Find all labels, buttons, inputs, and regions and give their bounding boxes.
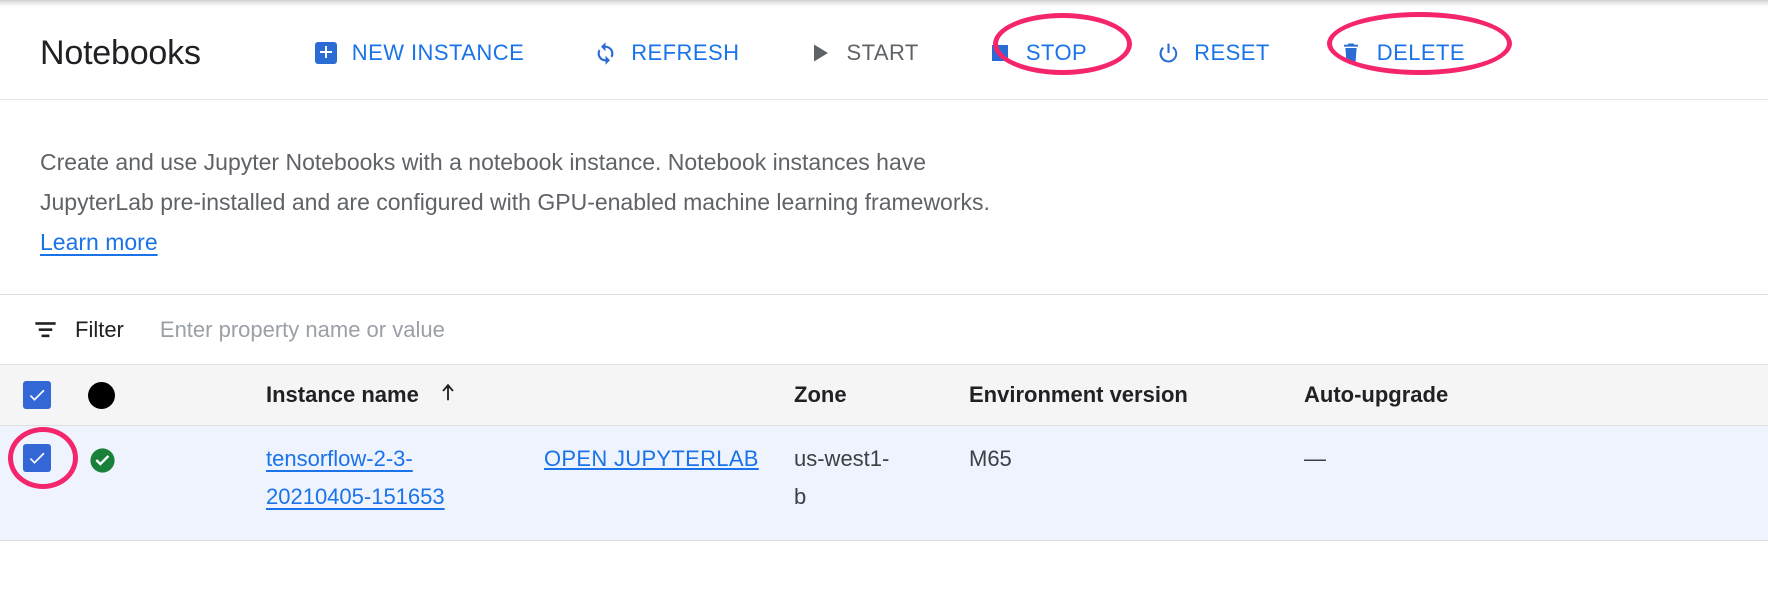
filter-bar: Filter (0, 295, 1768, 364)
column-header-instance-name-label: Instance name (266, 382, 419, 407)
column-header-auto-upgrade-label: Auto-upgrade (1304, 382, 1449, 407)
instance-name-line-2: 20210405-151653 (266, 484, 445, 509)
stop-button[interactable]: STOP (975, 34, 1099, 72)
reset-label: RESET (1194, 40, 1270, 65)
notebooks-page: Notebooks NEW INSTANCE REFRESH START STO… (0, 0, 1768, 592)
row-checkbox-cell[interactable] (0, 440, 74, 472)
checkbox-checked-icon[interactable] (23, 444, 51, 472)
reset-button[interactable]: RESET (1143, 34, 1282, 72)
table-header-row: Instance name Zone Environment version A… (0, 364, 1768, 426)
filter-icon[interactable] (32, 316, 59, 343)
delete-label: DELETE (1376, 40, 1466, 65)
refresh-icon (592, 40, 618, 66)
column-header-environment-version[interactable]: Environment version (969, 382, 1304, 408)
refresh-button[interactable]: REFRESH (580, 34, 751, 72)
page-description-text: Create and use Jupyter Notebooks with a … (40, 149, 990, 215)
sort-arrow-up-icon (437, 380, 459, 410)
stop-square-icon (987, 40, 1013, 66)
delete-button[interactable]: DELETE (1326, 34, 1477, 72)
learn-more-link[interactable]: Learn more (40, 229, 158, 255)
filter-label: Filter (75, 316, 124, 342)
play-icon (807, 40, 833, 66)
row-instance-name-cell: tensorflow-2-3- 20210405-151653 (174, 440, 494, 516)
environment-version-value: M65 (969, 446, 1012, 471)
start-label: START (846, 40, 919, 65)
zone-line-2: b (794, 484, 807, 509)
start-button[interactable]: START (795, 34, 930, 72)
instance-name-link[interactable]: tensorflow-2-3- 20210405-151653 (266, 446, 445, 509)
page-toolbar: Notebooks NEW INSTANCE REFRESH START STO… (0, 7, 1768, 100)
plus-box-icon (313, 40, 339, 66)
status-circle-icon (88, 381, 115, 409)
column-header-zone[interactable]: Zone (794, 382, 969, 408)
status-column-header (74, 381, 174, 409)
column-header-zone-label: Zone (794, 382, 847, 407)
column-header-instance-name[interactable]: Instance name (174, 380, 494, 410)
row-status-cell (74, 440, 174, 480)
power-icon (1155, 40, 1181, 66)
new-instance-label: NEW INSTANCE (351, 40, 525, 65)
trash-icon (1338, 40, 1364, 66)
page-description: Create and use Jupyter Notebooks with a … (40, 142, 1040, 262)
row-open-jupyterlab-cell: OPEN JUPYTERLAB (494, 440, 794, 478)
stop-label: STOP (1025, 40, 1088, 65)
row-auto-upgrade-cell: — (1304, 440, 1768, 478)
checkbox-checked-icon[interactable] (23, 381, 51, 409)
instances-table: Instance name Zone Environment version A… (0, 364, 1768, 541)
page-title: Notebooks (40, 33, 201, 72)
row-environment-version-cell: M65 (969, 440, 1304, 478)
refresh-label: REFRESH (631, 40, 740, 65)
auto-upgrade-value: — (1304, 446, 1326, 471)
open-jupyterlab-link[interactable]: OPEN JUPYTERLAB (544, 446, 759, 471)
window-top-shadow (0, 0, 1768, 7)
instance-name-line-1: tensorflow-2-3- (266, 446, 413, 471)
new-instance-button[interactable]: NEW INSTANCE (301, 34, 536, 72)
select-all-cell[interactable] (0, 381, 74, 409)
zone-line-1: us-west1- (794, 446, 890, 471)
filter-input[interactable] (157, 315, 778, 344)
column-header-environment-version-label: Environment version (969, 382, 1188, 407)
toolbar-actions: NEW INSTANCE REFRESH START STOP RESET DE… (301, 34, 1521, 72)
check-circle-green-icon (88, 446, 117, 480)
column-header-auto-upgrade[interactable]: Auto-upgrade (1304, 382, 1768, 408)
row-zone-cell: us-west1- b (794, 440, 969, 516)
table-row[interactable]: tensorflow-2-3- 20210405-151653 OPEN JUPY… (0, 426, 1768, 541)
